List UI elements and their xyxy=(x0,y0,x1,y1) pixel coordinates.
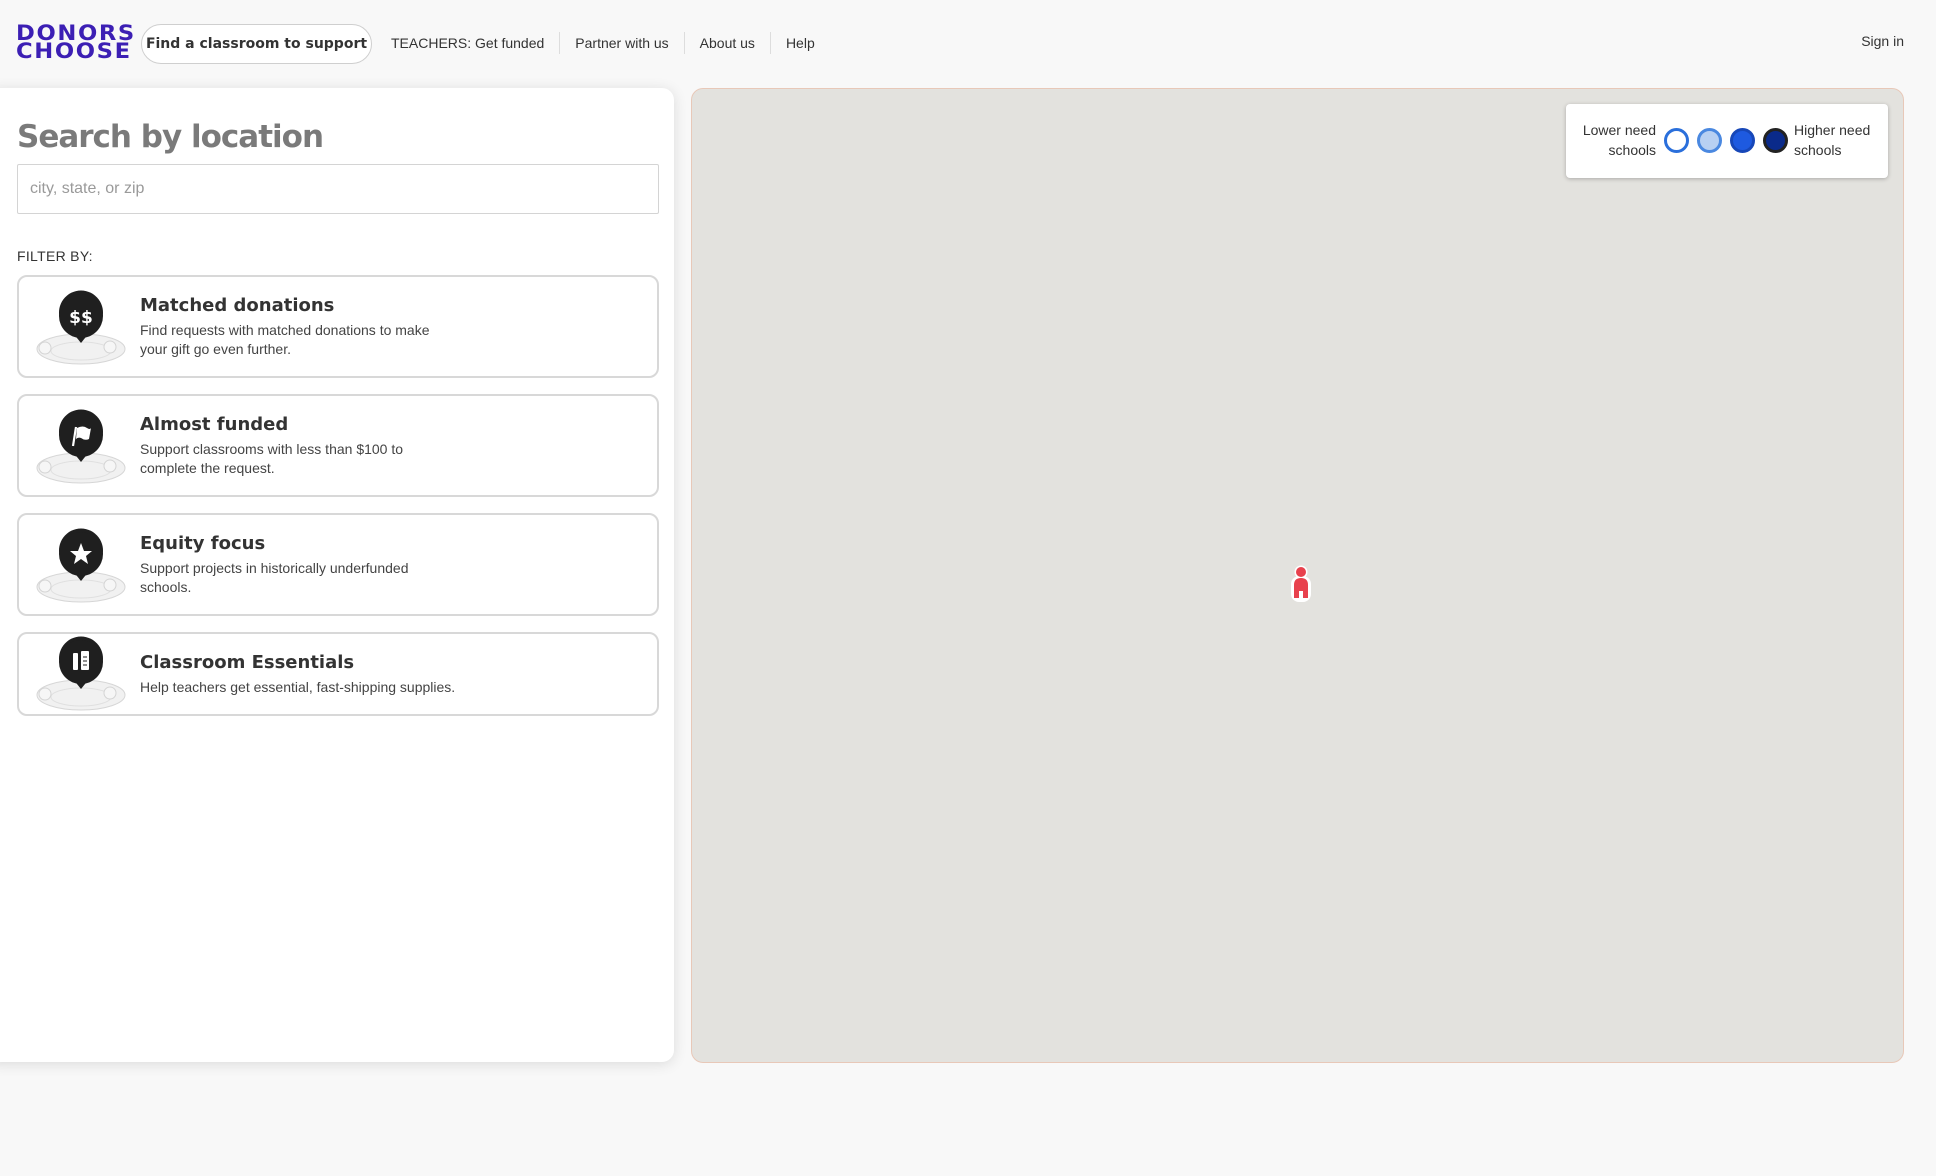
need-level-legend: Lower need schools Higher need schools xyxy=(1566,104,1888,178)
nav-help[interactable]: Help xyxy=(771,32,830,54)
filter-card-almost-funded[interactable]: Almost funded Support classrooms with le… xyxy=(17,394,659,497)
school-supplies-icon xyxy=(36,636,126,711)
search-panel: Search by location FILTER BY: $$ Matched… xyxy=(0,88,674,1062)
donorschoose-logo[interactable]: DONORS CHOOSE xyxy=(16,23,134,64)
filter-by-label: FILTER BY: xyxy=(17,248,93,264)
filter-description: Support classrooms with less than $100 t… xyxy=(140,441,404,476)
filter-description: Find requests with matched donations to … xyxy=(140,322,430,357)
star-icon xyxy=(36,528,126,603)
filter-title: Equity focus xyxy=(140,533,266,554)
main-nav: TEACHERS: Get funded Partner with us Abo… xyxy=(376,32,830,54)
legend-dot-level-1 xyxy=(1664,128,1689,153)
legend-dot-level-4 xyxy=(1763,128,1788,153)
sign-in-link[interactable]: Sign in xyxy=(1861,33,1904,49)
svg-text:$$: $$ xyxy=(69,308,93,328)
find-classroom-button[interactable]: Find a classroom to support xyxy=(141,24,372,64)
flag-icon xyxy=(36,409,126,484)
filter-description: Help teachers get essential, fast-shippi… xyxy=(140,679,456,695)
map-view[interactable]: Lower need schools Higher need schools xyxy=(691,88,1904,1063)
filter-card-classroom-essentials[interactable]: Classroom Essentials Help teachers get e… xyxy=(17,632,659,716)
legend-higher-need-label: Higher need schools xyxy=(1794,122,1871,158)
filter-card-equity-focus[interactable]: Equity focus Support projects in histori… xyxy=(17,513,659,616)
location-search-input[interactable] xyxy=(17,164,659,214)
filter-title: Classroom Essentials xyxy=(140,652,355,673)
nav-partner-with-us[interactable]: Partner with us xyxy=(560,32,685,54)
filter-card-matched-donations[interactable]: $$ Matched donations Find requests with … xyxy=(17,275,659,378)
legend-dot-level-2 xyxy=(1697,128,1722,153)
legend-lower-need-label: Lower need schools xyxy=(1582,122,1656,158)
site-header: DONORS CHOOSE Find a classroom to suppor… xyxy=(0,0,1936,86)
nav-about-us[interactable]: About us xyxy=(685,32,771,54)
filter-title: Matched donations xyxy=(140,295,335,316)
filter-title: Almost funded xyxy=(140,414,289,435)
filter-description: Support projects in historically underfu… xyxy=(140,560,409,595)
logo-line-2: CHOOSE xyxy=(16,39,132,63)
dollar-sign-icon: $$ xyxy=(36,290,126,365)
legend-dot-level-3 xyxy=(1730,128,1755,153)
nav-teachers-get-funded[interactable]: TEACHERS: Get funded xyxy=(376,32,561,54)
search-title: Search by location xyxy=(17,119,324,155)
person-pin-icon[interactable] xyxy=(1289,565,1313,603)
